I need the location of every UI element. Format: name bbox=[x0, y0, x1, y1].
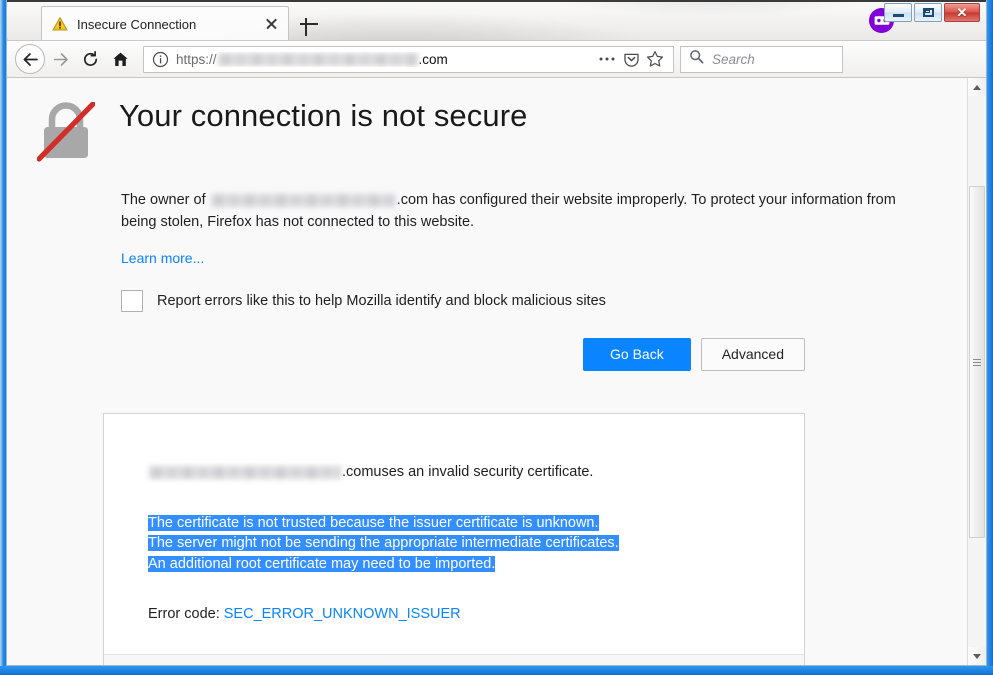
page-actions-icon[interactable] bbox=[595, 47, 619, 71]
minimize-button[interactable] bbox=[884, 3, 912, 22]
advanced-panel-body: .com uses an invalid security certificat… bbox=[104, 414, 804, 654]
navigation-toolbar: https:// .com bbox=[7, 41, 986, 78]
window-border-bottom bbox=[0, 666, 993, 675]
advanced-panel-footer: Add Exception... bbox=[104, 654, 804, 665]
error-host-tld: .com bbox=[397, 192, 428, 208]
ublock-origin-icon[interactable]: uO bbox=[909, 45, 938, 73]
chevron-up-icon bbox=[973, 85, 981, 90]
error-code-link[interactable]: SEC_ERROR_UNKNOWN_ISSUER bbox=[224, 606, 461, 622]
cert-host-line: .com uses an invalid security certificat… bbox=[148, 462, 760, 482]
new-tab-button[interactable] bbox=[297, 12, 321, 36]
error-host-redacted bbox=[211, 194, 396, 207]
warning-triangle-icon bbox=[52, 16, 68, 32]
error-body-block: The owner of .com has configured their w… bbox=[121, 189, 901, 312]
close-window-button[interactable]: ✕ bbox=[944, 3, 980, 22]
error-actions: Go Back Advanced bbox=[25, 338, 805, 371]
error-description-prefix: The owner of bbox=[121, 192, 210, 208]
vertical-scrollbar[interactable] bbox=[967, 78, 986, 665]
report-errors-checkbox[interactable] bbox=[121, 290, 143, 312]
maximize-icon bbox=[923, 8, 934, 17]
tab-title: Insecure Connection bbox=[77, 17, 262, 32]
titlebar-edge bbox=[7, 0, 986, 2]
url-tld: .com bbox=[419, 52, 448, 67]
info-circle-icon[interactable] bbox=[152, 51, 169, 68]
toolbar-separator bbox=[943, 49, 944, 69]
cert-detail-lines: The certificate is not trusted because t… bbox=[148, 513, 760, 574]
forward-button[interactable] bbox=[45, 44, 75, 74]
learn-more-link[interactable]: Learn more... bbox=[121, 250, 204, 266]
minimize-icon bbox=[893, 14, 904, 17]
advanced-button[interactable]: Advanced bbox=[701, 338, 805, 371]
error-header: Your connection is not secure bbox=[25, 92, 909, 167]
url-scheme: https:// bbox=[176, 52, 217, 67]
toolbar-buttons: uO bbox=[851, 45, 978, 73]
error-code-line: Error code: SEC_ERROR_UNKNOWN_ISSUER bbox=[148, 604, 760, 624]
bookmark-star-icon[interactable] bbox=[643, 47, 667, 71]
go-back-button[interactable]: Go Back bbox=[583, 338, 691, 371]
reload-button[interactable] bbox=[75, 44, 105, 74]
back-button[interactable] bbox=[15, 44, 45, 74]
close-icon: ✕ bbox=[957, 6, 968, 19]
error-code-label: Error code: bbox=[148, 606, 224, 622]
search-bar[interactable]: Search bbox=[680, 46, 843, 73]
pocket-icon[interactable] bbox=[619, 47, 643, 71]
cert-detail-line: The server might not be sending the appr… bbox=[148, 533, 760, 553]
browser-tab[interactable]: Insecure Connection bbox=[41, 6, 289, 41]
hamburger-menu-icon[interactable] bbox=[949, 45, 978, 73]
chevron-down-icon bbox=[973, 654, 981, 659]
cert-detail-line: An additional root certificate may need … bbox=[148, 554, 760, 574]
broken-lock-icon bbox=[37, 102, 99, 167]
magnifier-icon bbox=[689, 49, 704, 69]
window-border-right bbox=[987, 0, 993, 675]
cert-detail-text-2: An additional root certificate may need … bbox=[148, 556, 495, 572]
scrollbar-thumb[interactable] bbox=[969, 186, 985, 538]
url-bar[interactable]: https:// .com bbox=[143, 46, 674, 73]
cert-detail-text-0: The certificate is not trusted because t… bbox=[148, 515, 599, 531]
advanced-panel: .com uses an invalid security certificat… bbox=[103, 413, 805, 665]
cert-host-suffix: uses an invalid security certificate. bbox=[373, 462, 593, 482]
library-icon[interactable] bbox=[851, 45, 880, 73]
error-description: The owner of .com has configured their w… bbox=[121, 189, 901, 233]
neterror-page: Your connection is not secure The owner … bbox=[7, 78, 969, 665]
report-errors-label: Report errors like this to help Mozilla … bbox=[157, 293, 606, 309]
cert-host-redacted bbox=[149, 466, 341, 479]
page-title: Your connection is not secure bbox=[119, 98, 527, 134]
scrollbar-grip-icon bbox=[973, 359, 981, 366]
maximize-button[interactable] bbox=[914, 3, 942, 22]
cert-host-tld: .com bbox=[342, 462, 373, 482]
search-input[interactable]: Search bbox=[712, 52, 755, 67]
titlebar: Insecure Connection bbox=[7, 0, 986, 41]
cert-detail-line: The certificate is not trusted because t… bbox=[148, 513, 760, 533]
cert-detail-text-1: The server might not be sending the appr… bbox=[148, 535, 619, 551]
page-viewport: Your connection is not secure The owner … bbox=[7, 78, 986, 665]
browser-chrome: Insecure Connection bbox=[6, 0, 987, 666]
home-button[interactable] bbox=[105, 44, 135, 74]
close-icon[interactable] bbox=[262, 15, 280, 33]
report-errors-row: Report errors like this to help Mozilla … bbox=[121, 290, 901, 312]
url-text: https:// .com bbox=[176, 52, 595, 67]
window-controls: ✕ bbox=[884, 3, 980, 22]
scroll-down-button[interactable] bbox=[968, 647, 986, 665]
window-frame: Insecure Connection bbox=[0, 0, 993, 675]
scroll-up-button[interactable] bbox=[968, 78, 986, 96]
sidebar-icon[interactable] bbox=[880, 45, 909, 73]
url-redacted-host bbox=[218, 53, 418, 66]
svg-text:uO: uO bbox=[920, 56, 927, 62]
